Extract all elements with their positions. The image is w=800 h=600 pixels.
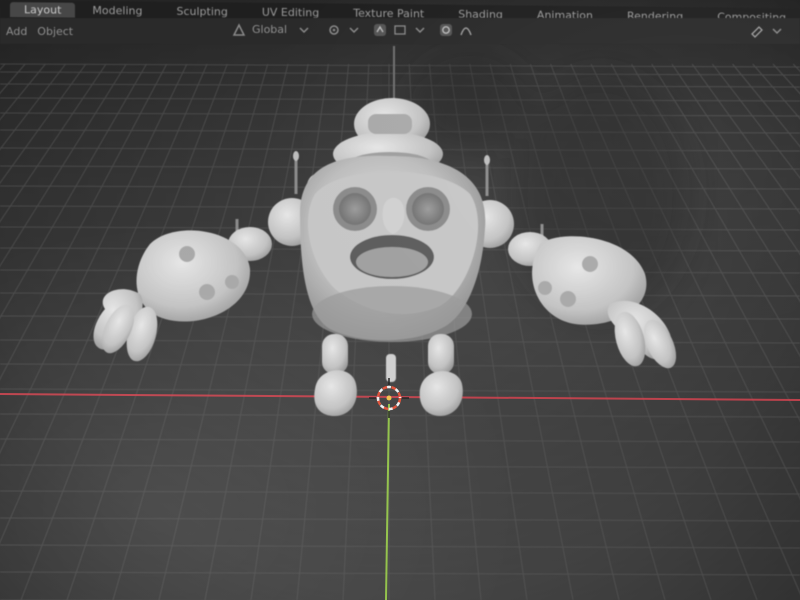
tab-modeling[interactable]: Modeling [75,3,159,17]
grid-line-vertical [792,63,800,72]
tab-sculpting[interactable]: Sculpting [159,4,244,18]
chevron-down-icon[interactable] [770,23,784,37]
grid-line-horizontal [0,388,800,393]
transform-orientation-icon[interactable] [232,22,246,36]
proportional-editing-icon[interactable] [439,22,453,36]
blender-screen: Layout Modeling Sculpting UV Editing Tex… [0,0,800,600]
grid-line-horizontal [0,83,800,88]
snap-icon[interactable] [373,22,387,36]
view-options-icon[interactable] [750,23,764,38]
transform-orientation-dropdown[interactable]: Global [252,23,287,36]
header-right-tools [750,23,790,38]
menu-object[interactable]: Object [37,25,73,38]
3d-viewport[interactable] [0,44,800,600]
grid-line-horizontal [0,544,800,549]
grid-line-horizontal [0,490,800,495]
snap-target-icon[interactable] [393,22,407,36]
pivot-point-icon[interactable] [327,22,341,36]
grid-line-vertical [0,63,107,223]
grid-line-horizontal [0,63,800,68]
grid-line-horizontal [0,464,800,469]
chevron-down-icon[interactable] [413,22,427,36]
chevron-down-icon[interactable] [347,22,361,36]
tab-layout[interactable]: Layout [10,1,76,18]
grid-line-vertical [732,63,800,148]
menu-add[interactable]: Add [6,25,27,38]
grid-line-vertical [158,63,289,600]
grid-line-vertical [0,63,46,121]
grid-line-horizontal [0,413,800,418]
header-center-tools: Global [232,22,479,36]
grid-line-vertical [691,63,800,215]
grid-line-horizontal [0,517,800,522]
grid-line-vertical [671,63,800,256]
viewport-header: Add Object Global [0,18,800,44]
grid-line-horizontal [0,363,800,368]
falloff-curve-icon[interactable] [459,22,473,36]
tab-uv-editing[interactable]: UV Editing [245,5,336,19]
grid-line-vertical [0,63,87,184]
chevron-down-icon[interactable] [297,22,311,36]
grid-line-vertical [752,63,800,120]
3d-cursor[interactable] [369,378,409,418]
